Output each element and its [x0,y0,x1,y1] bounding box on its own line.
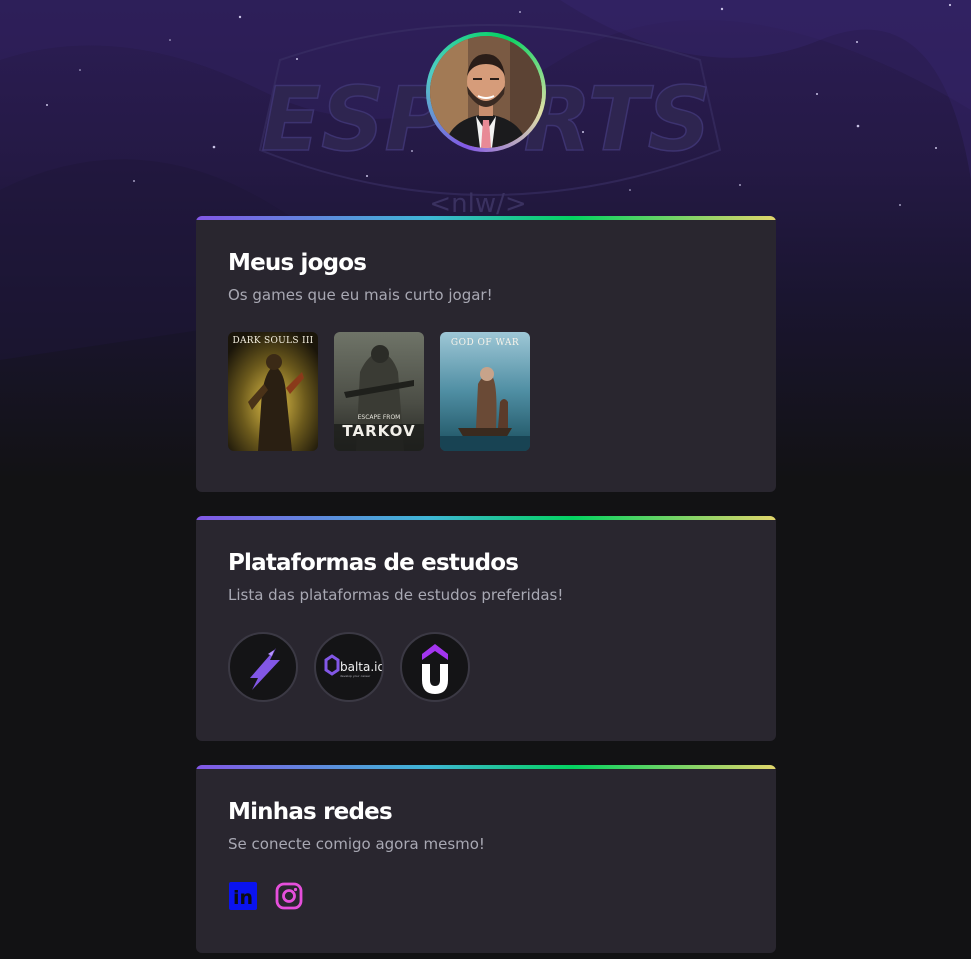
avatar-ring [426,32,546,152]
avatar [430,36,542,148]
nlw-watermark-text: <nlw/> [429,189,526,219]
platform-udemy[interactable] [400,632,470,702]
linkedin-icon: in [229,882,257,910]
balta-logo-icon: balta.io develop your career [324,654,382,678]
games-subtitle: Os games que eu mais curto jogar! [228,286,493,304]
game-cover-tarkov[interactable]: ESCAPE FROM TARKOV [334,332,424,451]
games-title: Meus jogos [228,250,367,276]
instagram-link[interactable] [274,881,304,911]
platform-rocketseat[interactable] [228,632,298,702]
god-of-war-cover-title: GOD OF WAR [450,338,520,348]
games-card: Meus jogos Os games que eu mais curto jo… [196,216,776,492]
udemy-logo-icon [422,644,448,694]
balta-logo-text: balta.io [340,660,382,674]
social-subtitle: Se conecte comigo agora mesmo! [228,835,485,853]
dark-souls-cover-title: DARK SOULS III [232,336,314,346]
tarkov-cover-bottom: TARKOV [342,422,416,440]
social-card: Minhas redes Se conecte comigo agora mes… [196,765,776,953]
game-cover-dark-souls[interactable]: DARK SOULS III [228,332,318,451]
platforms-card: Plataformas de estudos Lista das platafo… [196,516,776,741]
linkedin-link[interactable]: in [228,881,258,911]
rocketseat-logo-icon [250,648,280,690]
platforms-subtitle: Lista das plataformas de estudos preferi… [228,586,564,604]
instagram-icon [275,882,303,910]
tarkov-cover-top: ESCAPE FROM [357,414,401,421]
linkedin-icon-label: in [233,887,253,909]
god-of-war-cover-art [440,332,530,451]
platforms-title: Plataformas de estudos [228,550,519,576]
social-title: Minhas redes [228,799,393,825]
game-cover-god-of-war[interactable]: GOD OF WAR [440,332,530,451]
platform-balta[interactable]: balta.io develop your career [314,632,384,702]
dark-souls-cover-art [228,332,318,451]
balta-logo-tagline: develop your career [340,674,371,678]
avatar-photo [430,36,542,148]
